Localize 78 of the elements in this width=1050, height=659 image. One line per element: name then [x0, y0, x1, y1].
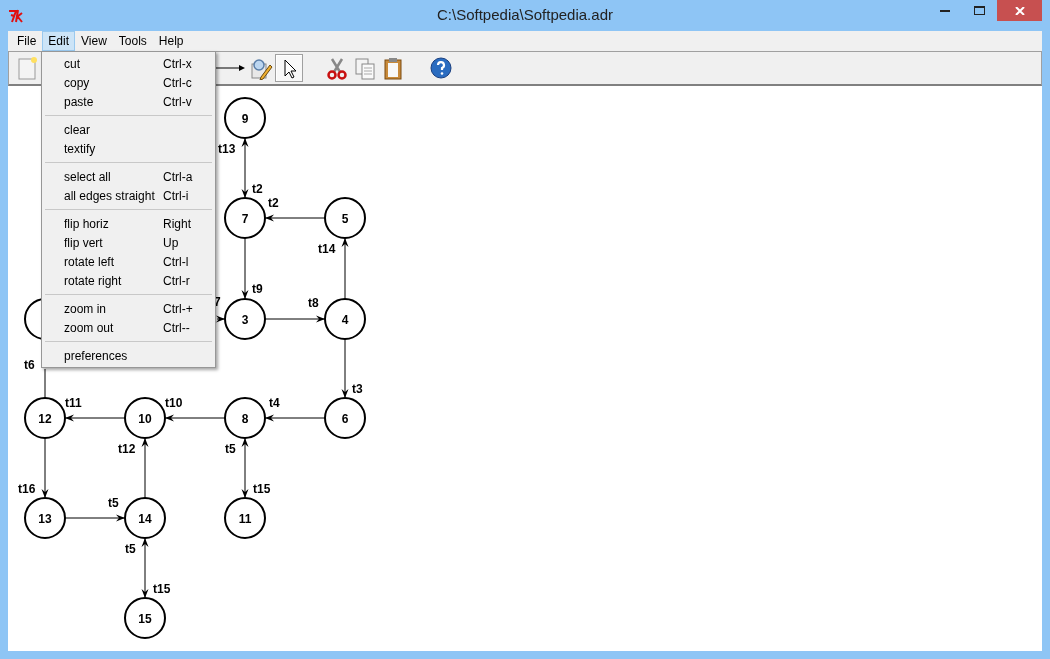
edge-label: t9 — [252, 282, 263, 296]
edge-arrow — [241, 437, 249, 499]
edge-label: t12 — [118, 442, 136, 456]
clipboard-icon — [381, 56, 405, 80]
edge-arrow — [141, 537, 149, 599]
edge-label: t2 — [268, 196, 279, 210]
graph-node: 4 — [324, 298, 366, 340]
edge-arrow — [341, 237, 349, 300]
graph-node: 3 — [224, 298, 266, 340]
menu-entry[interactable]: zoom out Ctrl-- — [42, 318, 215, 337]
edge-label: t8 — [308, 296, 319, 310]
window-title: C:\Softpedia\Softpedia.adr — [437, 6, 613, 23]
graph-node: 10 — [124, 397, 166, 439]
menu-entry[interactable]: preferences — [42, 346, 215, 365]
menu-entry[interactable]: select all Ctrl-a — [42, 167, 215, 186]
scissors-icon — [325, 56, 349, 80]
menu-entry[interactable]: clear — [42, 120, 215, 139]
help-icon — [429, 56, 453, 80]
edge-label: t6 — [24, 358, 35, 372]
edge-label: t5 — [125, 542, 136, 556]
tool-button[interactable] — [427, 54, 455, 82]
edge-label: t4 — [269, 396, 280, 410]
edge-label: t10 — [165, 396, 183, 410]
menu-entry[interactable]: paste Ctrl-v — [42, 92, 215, 111]
edge-arrow — [164, 414, 226, 422]
close-icon — [1014, 6, 1025, 15]
edge-label: t15 — [153, 582, 171, 596]
maximize-icon — [974, 6, 985, 15]
menu-entry[interactable]: textify — [42, 139, 215, 158]
graph-node: 8 — [224, 397, 266, 439]
graph-node: 15 — [124, 597, 166, 639]
graph-node: 11 — [224, 497, 266, 539]
menu-entry[interactable]: rotate left Ctrl-l — [42, 252, 215, 271]
graph-node: 7 — [224, 197, 266, 239]
magnifier-pencil-icon — [249, 56, 273, 80]
edge-label: t11 — [65, 396, 82, 410]
edge-label: t5 — [108, 496, 119, 510]
edge-arrow — [264, 214, 326, 222]
edge-arrow — [264, 414, 326, 422]
menu-item[interactable]: Help — [152, 31, 190, 51]
app-icon — [8, 8, 26, 23]
edge-label: t13 — [218, 142, 236, 156]
menu-item[interactable]: Edit — [42, 31, 76, 51]
edge-arrow — [41, 437, 49, 499]
menu-entry[interactable]: cut Ctrl-x — [42, 54, 215, 73]
menu-entry[interactable]: all edges straight Ctrl-i — [42, 186, 215, 205]
graph-node: 13 — [24, 497, 66, 539]
tool-button[interactable] — [275, 54, 303, 82]
menu-entry[interactable]: flip vert Up — [42, 233, 215, 252]
copy-icon — [353, 56, 377, 80]
minimize-icon — [939, 9, 950, 12]
graph-node: 6 — [324, 397, 366, 439]
menu-entry[interactable]: zoom in Ctrl-+ — [42, 299, 215, 318]
edge-arrow — [64, 514, 126, 522]
edge-label: t14 — [318, 242, 336, 256]
edge-label: t2 — [252, 182, 263, 196]
edge-arrow — [341, 338, 349, 399]
edge-label: t3 — [352, 382, 363, 396]
graph-node: 14 — [124, 497, 166, 539]
close-button[interactable] — [997, 0, 1042, 21]
edge-label: t15 — [253, 482, 271, 496]
menu-item[interactable]: View — [75, 31, 113, 51]
menu-entry[interactable]: copy Ctrl-c — [42, 73, 215, 92]
edge-arrow — [241, 237, 249, 300]
edge-label: t5 — [225, 442, 236, 456]
edge-arrow — [141, 437, 149, 499]
edge-arrow — [64, 414, 126, 422]
menu-entry[interactable]: flip horiz Right — [42, 214, 215, 233]
edge-arrow — [241, 137, 249, 199]
edge-label: t16 — [18, 482, 36, 496]
graph-node: 12 — [24, 397, 66, 439]
menu-item[interactable]: File — [11, 31, 43, 51]
edge-arrow — [264, 315, 326, 323]
graph-node: 9 — [224, 97, 266, 139]
menu-item[interactable]: Tools — [112, 31, 153, 51]
menu-entry[interactable]: rotate right Ctrl-r — [42, 271, 215, 290]
graph-node: 5 — [324, 197, 366, 239]
new-document-icon — [15, 56, 39, 80]
